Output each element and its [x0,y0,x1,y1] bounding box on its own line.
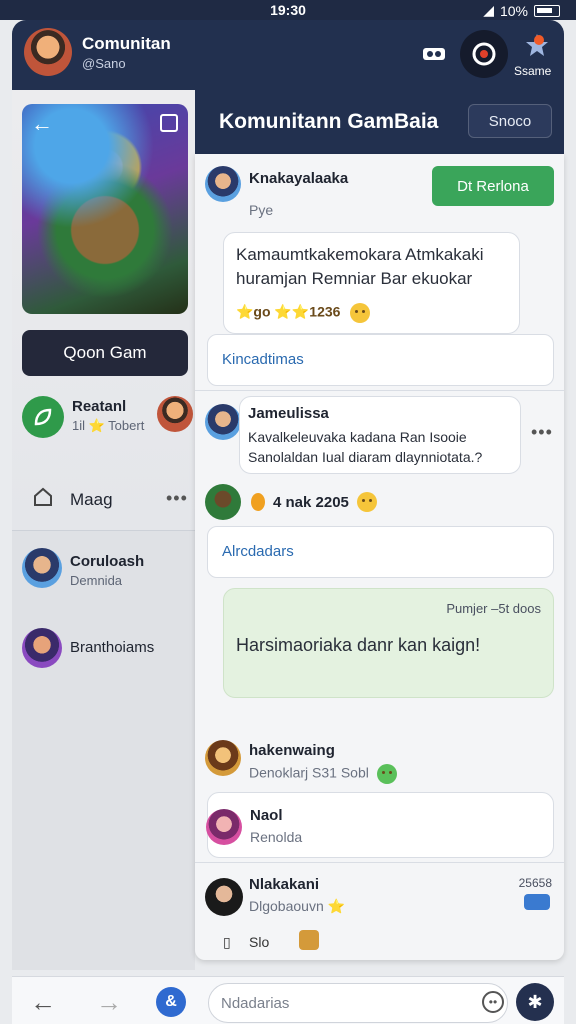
link-text[interactable]: Alrcdadars [222,543,294,560]
post-avatar[interactable] [205,166,241,202]
smile-emoji-icon [356,492,377,512]
battery-icon [534,4,560,17]
reaction-row[interactable]: ⭐go ⭐⭐1236 [236,303,371,323]
star-badge-icon[interactable] [520,30,554,60]
post-subtitle: Dlgobaouvn ⭐ [249,898,346,914]
sidebar-item-avatar[interactable] [22,548,62,588]
post-author[interactable]: Jameulissa [248,405,329,422]
emoji-picker-icon[interactable]: •• [482,991,504,1013]
home-icon[interactable] [32,486,54,508]
post-divider [195,862,564,863]
app-logo-icon[interactable]: & [156,987,186,1017]
message-bubble[interactable]: Kamaumtkakemokara Atmkakaki huramjan Rem… [223,232,520,334]
reply-card[interactable]: Naol Renolda [206,792,554,858]
sidebar-item-name[interactable]: Reatanl [72,398,126,415]
bottom-toolbar: ← → & Ndadarias •• ✱ [12,976,564,1024]
sidebar-item-avatar[interactable] [22,628,62,668]
post-author[interactable]: Naol [250,807,283,824]
reaction-text: 4 nak 2205 [273,493,349,511]
link-card[interactable]: Alrcdadars [207,526,554,578]
bookmark-icon[interactable] [160,114,178,132]
more-options-icon[interactable]: ••• [531,422,553,443]
post-avatar[interactable] [205,404,241,440]
app-subtitle: @Sano [82,56,126,71]
chest-icon[interactable] [299,930,319,950]
settings-icon[interactable]: ✱ [516,983,554,1021]
post-author[interactable]: Knakayalaaka [249,170,348,187]
main-header: Komunitann GamBaia Snoco [195,90,564,154]
status-bar: 19:30 ◢ 10% [0,0,576,20]
reaction-row[interactable]: 4 nak 2205 [251,492,377,512]
post-subtitle: Renolda [250,829,303,845]
sidebar-item-name[interactable]: Coruloash [70,553,144,570]
post-avatar[interactable] [205,878,243,916]
message-meta: Pumjer –5t doos [446,601,541,616]
chat-badge-icon[interactable] [524,894,550,910]
message-bubble[interactable]: Jameulissa Kavalkeleuvaka kadana Ran Iso… [239,396,521,474]
sidebar-item-name[interactable]: Maag [70,490,113,510]
smile-emoji-icon [350,303,371,323]
message-input[interactable]: Ndadarias [208,983,508,1023]
back-arrow-icon[interactable]: ← [28,987,58,1017]
message-text: Harsimaoriaka danr kan kaign! [236,635,481,655]
post-subtitle: Denoklarj S31 Sobl [249,764,397,784]
post-subtitle: Pye [249,202,274,218]
message-text: Kavalkeleuvaka kadana Ran Isooie Sanolal… [248,429,483,465]
app-header: Comunitan @Sano Ssame [12,20,564,90]
post-time: 25658 [518,876,552,890]
more-options-icon[interactable]: ••• [166,488,188,509]
message-text: Kamaumtkakemokara Atmkakaki huramjan Rem… [236,245,484,288]
back-arrow-icon[interactable]: ← [30,111,54,136]
post-avatar[interactable] [205,484,241,520]
signal-icon: ◢ [483,2,494,18]
follow-button[interactable]: Dt Rerlona [432,166,554,206]
sidebar-item-sub: Demnida [70,573,123,588]
grin-emoji-icon [376,764,397,784]
post-divider [195,390,564,391]
game-hero-image[interactable]: ← [22,104,188,314]
profile-avatar[interactable] [24,28,72,76]
message-feed: Knakayalaaka Pye Dt Rerlona Kamaumtkakem… [195,154,564,960]
game-controller-icon[interactable] [460,30,508,78]
join-game-button[interactable]: Qoon Gam [22,330,188,376]
sidebar-item-sub: 1il ⭐ Tobert [72,418,145,433]
sidebar-item-avatar[interactable] [157,396,193,432]
post-avatar[interactable] [205,740,241,776]
battery-percentage: 10% [499,2,528,19]
sidebar-divider [12,530,195,531]
link-text[interactable]: Kincadtimas [222,351,304,368]
post-author[interactable]: Nlakakani [249,876,319,893]
forward-arrow-icon[interactable]: → [94,987,124,1017]
search-button[interactable]: Snoco [468,104,552,138]
app-title: Comunitan [82,34,171,53]
sidebar-item-name[interactable]: Branthoiams [70,639,154,656]
link-card[interactable]: Kincadtimas [207,334,554,386]
post-avatar[interactable] [206,809,242,845]
coin-icon [251,493,265,511]
leaf-icon[interactable] [22,396,64,438]
badge-label: Ssame [514,64,552,78]
page-title: Komunitann GamBaia [219,110,439,133]
sidebar: ← Qoon Gam Reatanl 1il ⭐ Tobert Maag •••… [12,90,195,970]
reaction-text: ⭐go ⭐⭐1236 [236,303,341,320]
attachment-label: Slo [249,934,270,950]
file-icon[interactable]: ▯ [223,934,231,951]
post-author[interactable]: hakenwaing [249,742,335,759]
post-subtitle-text: Denoklarj S31 Sobl [249,764,369,781]
own-message-bubble[interactable]: Pumjer –5t doos Harsimaoriaka danr kan k… [223,588,554,698]
vr-glasses-icon[interactable] [420,40,448,68]
